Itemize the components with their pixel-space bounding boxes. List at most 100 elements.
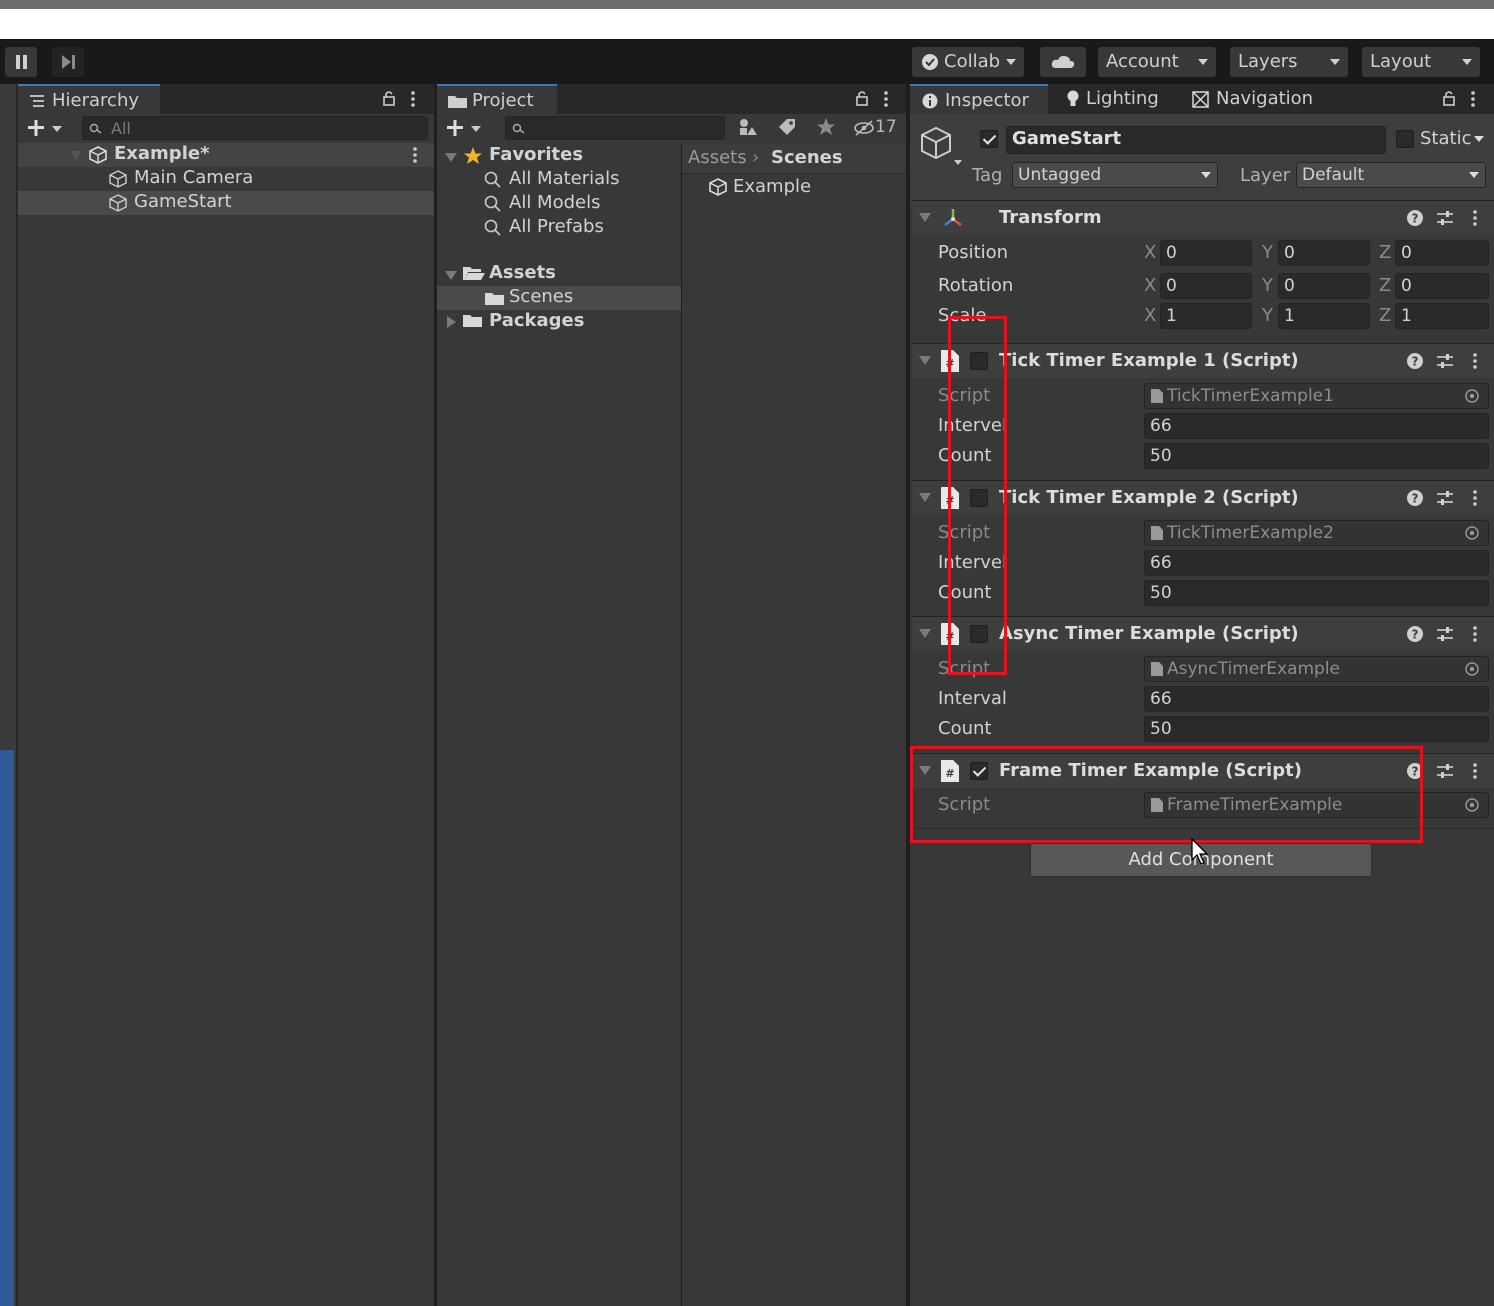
interval-label: Interval	[938, 688, 1007, 709]
lock-icon[interactable]	[382, 90, 396, 106]
foldout-arrow-icon[interactable]	[919, 213, 931, 222]
favorite-item[interactable]: All Materials	[509, 168, 620, 189]
kebab-menu-icon[interactable]	[1472, 352, 1478, 370]
project-create-dropdown[interactable]	[445, 116, 485, 140]
object-name-input[interactable]: GameStart	[1006, 126, 1386, 154]
foldout-arrow-icon[interactable]	[919, 629, 931, 638]
expand-arrow-icon[interactable]	[70, 151, 82, 160]
star-icon[interactable]	[815, 116, 837, 138]
position-x-field[interactable]: 0	[1160, 240, 1252, 266]
chevron-down-icon	[1462, 59, 1472, 65]
breadcrumb-item[interactable]: Scenes	[771, 147, 843, 168]
active-checkbox[interactable]	[980, 130, 998, 148]
mouse-cursor-icon	[1191, 838, 1209, 865]
position-z-field[interactable]: 0	[1395, 240, 1489, 266]
kebab-menu-icon[interactable]	[1470, 90, 1476, 108]
kebab-menu-icon[interactable]	[883, 90, 889, 108]
preset-sliders-icon[interactable]	[1436, 209, 1454, 227]
tag-dropdown[interactable]: Untagged	[1012, 162, 1218, 188]
chevron-down-icon	[1201, 172, 1211, 178]
position-y-field[interactable]: 0	[1278, 240, 1370, 266]
pause-button[interactable]	[5, 47, 37, 77]
count-field[interactable]: 50	[1144, 580, 1489, 606]
interval-field[interactable]: 66	[1144, 413, 1489, 439]
component-title: Async Timer Example (Script)	[999, 623, 1299, 644]
scale-y-field[interactable]: 1	[1278, 303, 1370, 329]
count-field[interactable]: 50	[1144, 443, 1489, 469]
interval-field[interactable]: 66	[1144, 550, 1489, 576]
preset-sliders-icon[interactable]	[1436, 352, 1454, 370]
layer-value: Default	[1302, 165, 1365, 185]
transform-header[interactable]: Transform ?	[912, 200, 1494, 235]
hierarchy-item-main-camera[interactable]: Main Camera	[18, 167, 434, 191]
layout-dropdown[interactable]: Layout	[1362, 47, 1480, 77]
project-split-divider[interactable]	[681, 144, 682, 1306]
packages-folder-label[interactable]: Packages	[489, 310, 584, 331]
favorite-item[interactable]: All Prefabs	[509, 216, 604, 237]
layer-dropdown[interactable]: Default	[1296, 162, 1486, 188]
assets-folder-label[interactable]: Assets	[489, 262, 556, 283]
kebab-menu-icon[interactable]	[1472, 489, 1478, 507]
search-icon	[512, 123, 525, 134]
folder-item-scenes[interactable]: Scenes	[437, 286, 681, 310]
tab-lighting-label: Lighting	[1086, 88, 1159, 109]
script-reference-field[interactable]: AsyncTimerExample	[1144, 656, 1489, 682]
layers-dropdown[interactable]: Layers	[1230, 47, 1348, 77]
scale-x-field[interactable]: 1	[1160, 303, 1252, 329]
hierarchy-item-gamestart[interactable]: GameStart	[18, 191, 434, 215]
hidden-packages-toggle[interactable]: 17	[851, 116, 901, 140]
object-header: GameStart Static Tag Untagged Layer Defa…	[910, 114, 1494, 204]
tab-inspector[interactable]: Inspector	[910, 84, 1048, 114]
breadcrumb-item[interactable]: Assets	[688, 147, 747, 168]
label-tag-icon[interactable]	[777, 117, 797, 137]
preset-sliders-icon[interactable]	[1436, 489, 1454, 507]
kebab-menu-icon[interactable]	[1472, 762, 1478, 780]
create-dropdown[interactable]	[26, 116, 66, 140]
tab-lighting[interactable]: Lighting	[1058, 84, 1178, 114]
expand-arrow-icon[interactable]	[445, 153, 457, 162]
kebab-menu-icon[interactable]	[412, 146, 418, 164]
search-by-type-icon[interactable]	[737, 116, 759, 138]
kebab-menu-icon[interactable]	[1472, 209, 1478, 227]
scale-z-field[interactable]: 1	[1395, 303, 1489, 329]
foldout-arrow-icon[interactable]	[919, 356, 931, 365]
tab-project[interactable]: Project	[437, 84, 557, 114]
file-item-example[interactable]: Example	[682, 176, 906, 200]
expand-arrow-icon[interactable]	[445, 271, 457, 280]
collapse-arrow-icon[interactable]	[447, 316, 456, 328]
help-icon[interactable]: ?	[1406, 352, 1424, 370]
rotation-x-field[interactable]: 0	[1160, 273, 1252, 299]
preset-sliders-icon[interactable]	[1436, 762, 1454, 780]
favorite-item[interactable]: All Models	[509, 192, 600, 213]
scene-row[interactable]: Example*	[18, 143, 434, 167]
help-icon[interactable]: ?	[1406, 625, 1424, 643]
transform-axes-icon	[944, 209, 962, 226]
help-icon[interactable]: ?	[1406, 209, 1424, 227]
kebab-menu-icon[interactable]	[1472, 625, 1478, 643]
count-field[interactable]: 50	[1144, 716, 1489, 742]
field-value: 0	[1401, 276, 1412, 296]
collab-button[interactable]: Collab	[912, 47, 1024, 77]
chevron-down-icon[interactable]	[1474, 136, 1484, 142]
hierarchy-search-input[interactable]: All	[82, 116, 428, 140]
account-dropdown[interactable]: Account	[1098, 47, 1216, 77]
rotation-z-field[interactable]: 0	[1395, 273, 1489, 299]
project-search-input[interactable]	[505, 116, 725, 140]
step-icon	[62, 55, 75, 69]
script-reference-field[interactable]: TickTimerExample1	[1144, 383, 1489, 409]
interval-field[interactable]: 66	[1144, 686, 1489, 712]
tab-hierarchy[interactable]: Hierarchy	[18, 84, 160, 114]
foldout-arrow-icon[interactable]	[919, 493, 931, 502]
rotation-y-field[interactable]: 0	[1278, 273, 1370, 299]
step-button[interactable]	[52, 47, 84, 77]
tab-navigation[interactable]: Navigation	[1186, 84, 1326, 114]
lock-icon[interactable]	[1442, 90, 1456, 106]
lock-icon[interactable]	[855, 90, 869, 106]
cloud-button[interactable]	[1040, 47, 1086, 77]
kebab-menu-icon[interactable]	[410, 90, 416, 108]
favorites-label[interactable]: Favorites	[489, 144, 583, 165]
script-reference-field[interactable]: TickTimerExample2	[1144, 520, 1489, 546]
static-checkbox[interactable]	[1396, 130, 1414, 148]
help-icon[interactable]: ?	[1406, 489, 1424, 507]
preset-sliders-icon[interactable]	[1436, 625, 1454, 643]
